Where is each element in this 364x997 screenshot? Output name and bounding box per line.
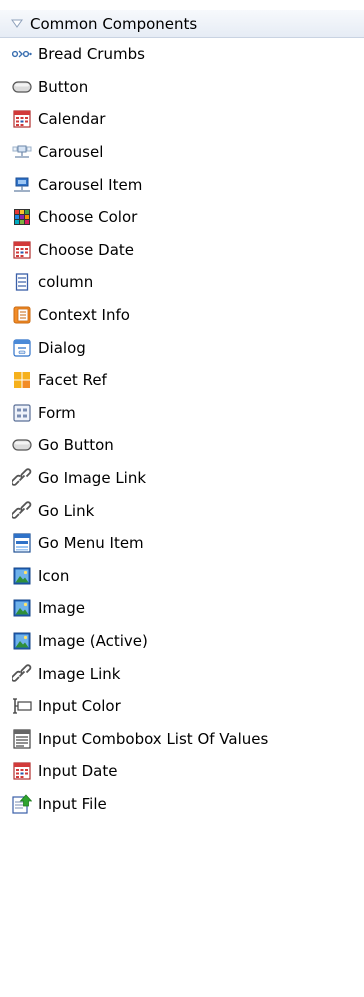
palette-item-go-link[interactable]: Go Link xyxy=(0,494,364,527)
palette-item-label: Image xyxy=(38,599,85,618)
palette-item-image-active[interactable]: Image (Active) xyxy=(0,625,364,658)
palette-item-input-color[interactable]: Input Color xyxy=(0,690,364,723)
collapse-triangle-icon[interactable] xyxy=(10,17,24,31)
palette-item-dialog[interactable]: Dialog xyxy=(0,331,364,364)
palette-item-label: Image (Active) xyxy=(38,631,148,650)
carousel-icon xyxy=(12,142,32,162)
palette-item-calendar[interactable]: Calendar xyxy=(0,103,364,136)
column-icon xyxy=(12,272,32,292)
palette-item-label: Button xyxy=(38,77,89,96)
facet-ref-icon xyxy=(12,370,32,390)
button-icon xyxy=(12,435,32,455)
palette-item-column[interactable]: column xyxy=(0,266,364,299)
palette-item-label: Context Info xyxy=(38,306,130,325)
palette-item-label: Go Link xyxy=(38,501,95,520)
calendar-icon xyxy=(12,240,32,260)
link-icon xyxy=(12,663,32,684)
image-icon xyxy=(12,598,32,618)
palette-item-label: Dialog xyxy=(38,338,86,357)
calendar-icon xyxy=(12,109,32,129)
input-color-icon xyxy=(12,696,32,716)
section-title: Common Components xyxy=(30,14,198,33)
palette-item-input-combobox-list-of-values[interactable]: Input Combobox List Of Values xyxy=(0,722,364,755)
palette-item-go-menu-item[interactable]: Go Menu Item xyxy=(0,527,364,560)
palette-item-label: Input Combobox List Of Values xyxy=(38,729,269,748)
color-grid-icon xyxy=(12,207,32,227)
palette-item-image[interactable]: Image xyxy=(0,592,364,625)
palette-item-label: Input Color xyxy=(38,697,121,716)
dialog-icon xyxy=(12,338,32,358)
link-icon xyxy=(12,500,32,521)
component-palette: Common Components Bread Crumbs Button Cale… xyxy=(0,0,364,997)
breadcrumbs-icon xyxy=(12,44,32,64)
palette-item-label: Carousel Item xyxy=(38,175,143,194)
palette-item-label: Carousel xyxy=(38,143,104,162)
context-info-icon xyxy=(12,305,32,325)
button-icon xyxy=(12,77,32,97)
palette-item-image-link[interactable]: Image Link xyxy=(0,657,364,690)
combobox-icon xyxy=(12,729,32,749)
palette-item-label: Facet Ref xyxy=(38,371,107,390)
palette-item-form[interactable]: Form xyxy=(0,397,364,430)
palette-item-label: Input File xyxy=(38,794,107,813)
section-header-common-components[interactable]: Common Components xyxy=(0,10,364,38)
palette-item-input-date[interactable]: Input Date xyxy=(0,755,364,788)
calendar-icon xyxy=(12,761,32,781)
palette-item-label: Calendar xyxy=(38,110,106,129)
palette-item-bread-crumbs[interactable]: Bread Crumbs xyxy=(0,38,364,71)
input-file-icon xyxy=(12,794,32,814)
palette-item-label: Choose Date xyxy=(38,240,134,259)
image-icon xyxy=(12,566,32,586)
palette-item-input-file[interactable]: Input File xyxy=(0,788,364,821)
form-icon xyxy=(12,403,32,423)
palette-item-label: Choose Color xyxy=(38,208,138,227)
palette-item-go-button[interactable]: Go Button xyxy=(0,429,364,462)
palette-item-carousel-item[interactable]: Carousel Item xyxy=(0,168,364,201)
palette-item-label: Go Menu Item xyxy=(38,534,144,553)
palette-item-go-image-link[interactable]: Go Image Link xyxy=(0,462,364,495)
palette-item-carousel[interactable]: Carousel xyxy=(0,136,364,169)
palette-item-label: Bread Crumbs xyxy=(38,45,145,64)
palette-item-choose-date[interactable]: Choose Date xyxy=(0,234,364,267)
component-list: Bread Crumbs Button Calendar Carousel Carous… xyxy=(0,38,364,820)
palette-item-icon[interactable]: Icon xyxy=(0,560,364,593)
palette-item-label: Image Link xyxy=(38,664,121,683)
image-icon xyxy=(12,631,32,651)
menu-item-icon xyxy=(12,533,32,553)
palette-item-choose-color[interactable]: Choose Color xyxy=(0,201,364,234)
palette-item-label: Go Image Link xyxy=(38,469,147,488)
palette-item-facet-ref[interactable]: Facet Ref xyxy=(0,364,364,397)
palette-item-label: Go Button xyxy=(38,436,114,455)
palette-item-context-info[interactable]: Context Info xyxy=(0,299,364,332)
palette-item-label: Input Date xyxy=(38,762,118,781)
palette-item-button[interactable]: Button xyxy=(0,71,364,104)
palette-item-label: column xyxy=(38,273,94,292)
link-icon xyxy=(12,468,32,488)
palette-item-label: Form xyxy=(38,403,76,422)
carousel-item-icon xyxy=(12,175,32,195)
palette-item-label: Icon xyxy=(38,566,70,585)
